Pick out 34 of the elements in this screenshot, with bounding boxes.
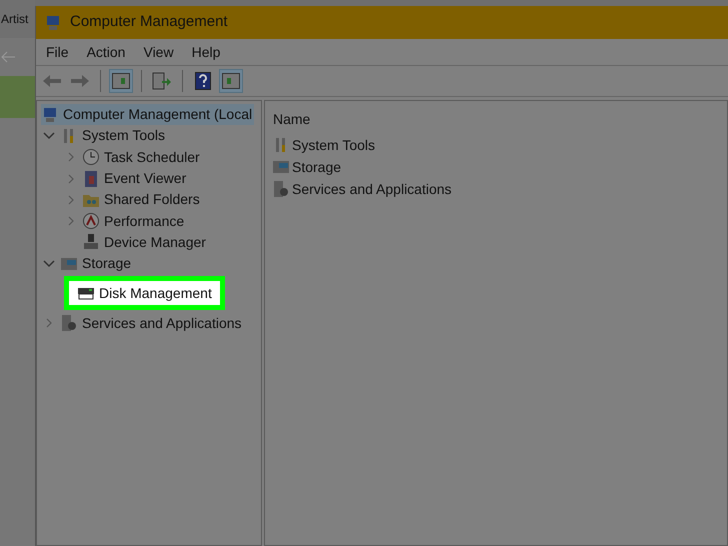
storage-icon xyxy=(272,158,290,176)
tree-item[interactable]: System Tools xyxy=(60,125,165,146)
tree-item[interactable]: Storage xyxy=(60,253,132,274)
menu-item[interactable]: File xyxy=(40,42,75,62)
services-icon xyxy=(272,180,290,198)
list-item[interactable]: Services and Applications xyxy=(292,178,452,200)
tree-item[interactable]: Computer Management (Local xyxy=(41,104,254,126)
tree-item[interactable]: Task Scheduler xyxy=(82,146,200,168)
tree-item[interactable]: Device Manager xyxy=(82,232,206,253)
console-tree-button[interactable] xyxy=(109,69,133,93)
back-arrow-icon xyxy=(1,51,15,63)
page-banner xyxy=(0,76,35,118)
computer-icon xyxy=(41,106,59,124)
tab-title: Artist xyxy=(1,11,28,28)
tree-item[interactable]: Shared Folders xyxy=(82,189,200,210)
tree-item[interactable]: Services and Applications xyxy=(60,312,242,334)
computer-icon xyxy=(44,14,62,32)
device-icon xyxy=(82,233,100,252)
log-book-icon xyxy=(82,170,100,188)
chevron-down-icon[interactable] xyxy=(41,130,57,141)
chevron-down-icon[interactable] xyxy=(41,258,57,269)
tree-item[interactable]: Event Viewer xyxy=(82,168,186,190)
list-item[interactable]: Storage xyxy=(292,156,342,178)
services-icon xyxy=(60,314,78,332)
gauge-icon xyxy=(82,212,100,230)
tree-item[interactable]: Performance xyxy=(82,210,184,232)
menu-item[interactable]: Action xyxy=(80,42,132,62)
window-title: Computer Management xyxy=(70,12,228,32)
menu-item[interactable]: Help xyxy=(186,42,226,62)
clock-icon xyxy=(82,148,100,166)
tree-item[interactable]: Disk Management xyxy=(64,276,225,310)
list-item[interactable]: System Tools xyxy=(292,134,375,156)
menu-item[interactable]: View xyxy=(137,42,180,62)
column-header[interactable]: Name xyxy=(273,109,727,130)
